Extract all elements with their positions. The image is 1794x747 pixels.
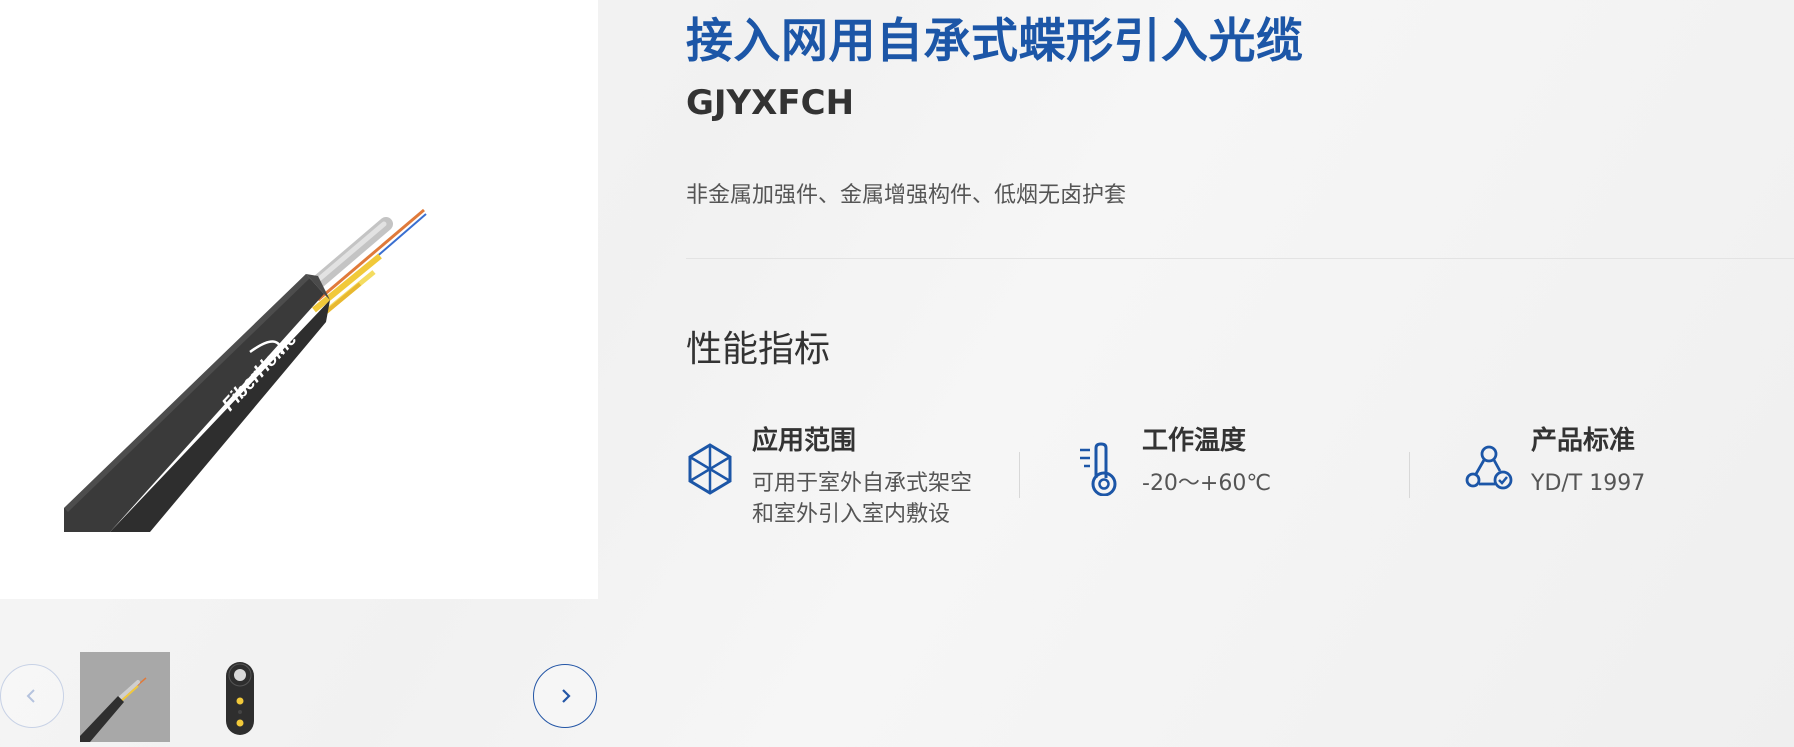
product-features: 非金属加强件、金属增强构件、低烟无卤护套 <box>686 183 1127 208</box>
performance-section-title: 性能指标 <box>686 329 831 370</box>
thumbnail-cable-side-view[interactable] <box>80 652 170 742</box>
spec-separator <box>1019 452 1020 498</box>
previous-image-button[interactable] <box>0 664 64 728</box>
cube-icon <box>688 443 732 495</box>
divider <box>686 258 1794 259</box>
spec-label: 应用范围 <box>752 426 857 456</box>
spec-application-scope: 应用范围 可用于室外自承式架空和室外引入室内敷设 <box>686 418 1016 568</box>
thumbnail-strip <box>0 651 598 743</box>
product-title: 接入网用自承式蝶形引入光缆 <box>686 14 1304 69</box>
product-gallery: FiberHome <box>0 0 598 747</box>
spec-value: YD/T 1997 <box>1531 471 1646 496</box>
spec-product-standard: 产品标准 YD/T 1997 <box>1465 418 1794 568</box>
thumbnail-cable-cross-section[interactable] <box>195 652 285 742</box>
spec-value: -20～+60℃ <box>1142 471 1272 496</box>
chevron-left-icon <box>26 689 35 703</box>
product-model: GJYXFCH <box>686 83 855 123</box>
spec-value: 可用于室外自承式架空和室外引入室内敷设 <box>752 471 973 527</box>
spec-operating-temperature: 工作温度 -20～+60℃ <box>1076 418 1406 568</box>
product-main-image: FiberHome <box>0 0 598 599</box>
spec-label: 工作温度 <box>1142 426 1247 456</box>
network-check-icon <box>1465 445 1513 490</box>
spec-separator <box>1409 452 1410 498</box>
thermometer-icon <box>1080 442 1117 496</box>
cable-illustration: FiberHome <box>64 208 427 532</box>
spec-label: 产品标准 <box>1531 426 1636 456</box>
chevron-right-icon <box>562 689 571 703</box>
next-image-button[interactable] <box>533 664 597 728</box>
